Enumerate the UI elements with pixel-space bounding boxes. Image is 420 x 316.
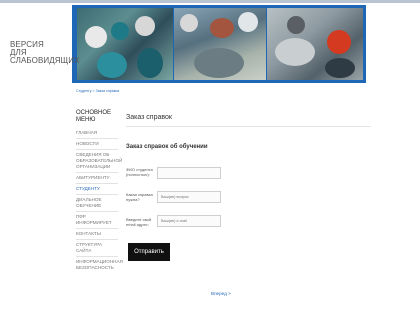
banner-photo-lab [267, 8, 363, 80]
banner-photo-workshop [174, 8, 266, 80]
menu-item-contacts[interactable]: КОНТАКТЫ [76, 229, 118, 240]
page-title: Заказ справок [126, 114, 172, 121]
next-link[interactable]: Вперед > [211, 291, 231, 296]
student-name-field[interactable] [157, 167, 221, 179]
form-title: Заказ справок об обучении [126, 144, 208, 150]
menu-item-students[interactable]: СТУДЕНТУ [76, 184, 118, 195]
header-banner [72, 5, 366, 83]
certificate-type-field[interactable] [157, 191, 221, 203]
email-label: Введите свой email адрес: [126, 217, 152, 227]
menu-item-site-structure[interactable]: СТРУКТУРА САЙТА [76, 240, 118, 257]
menu-item-home[interactable]: ГЛАВНАЯ [76, 128, 118, 139]
top-border [0, 0, 420, 3]
certificate-type-label: Какая справка нужна? [126, 192, 153, 202]
menu-item-pension-fund[interactable]: ПФР ИНФОРМИРУЕТ [76, 212, 118, 229]
submit-button[interactable]: Отправить [128, 243, 170, 261]
menu-item-applicants[interactable]: АБИТУРИЕНТУ [76, 173, 118, 184]
main-menu: ОСНОВНОЕ МЕНЮ ГЛАВНАЯ НОВОСТИ СВЕДЕНИЯ О… [76, 110, 123, 273]
menu-item-news[interactable]: НОВОСТИ [76, 139, 118, 150]
title-divider [126, 126, 371, 127]
menu-item-organization-info[interactable]: СВЕДЕНИЯ ОБ ОБРАЗОВАТЕЛЬНОЙ ОРГАНИЗАЦИИ [76, 150, 122, 173]
menu-item-distance-learning[interactable]: ДИАЛЬНОЕ ОБУЧЕНИЕ [76, 195, 118, 212]
breadcrumb[interactable]: Студенту > Заказ справок [76, 89, 119, 93]
menu-item-info-security[interactable]: ИНФОРМАЦИОННАЯ БЕЗОПАСНОСТЬ [76, 257, 123, 273]
student-name-label: ФИО студента (полностью): [126, 167, 153, 177]
email-field[interactable] [157, 215, 221, 227]
low-vision-version-link[interactable]: ВЕРСИЯ ДЛЯ СЛАБОВИДЯЩИХ [10, 41, 79, 65]
main-menu-title: ОСНОВНОЕ МЕНЮ [76, 110, 112, 123]
banner-photo-students [77, 8, 173, 80]
